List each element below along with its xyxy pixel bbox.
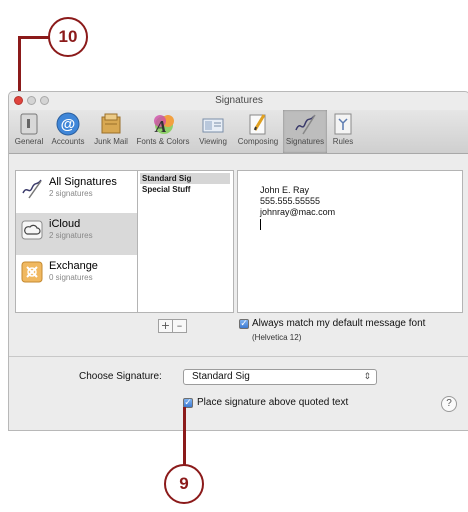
exchange-icon [21,261,43,283]
preferences-toolbar: General @ Accounts Junk Mail A Fonts & C… [9,110,468,154]
account-name: iCloud [49,218,81,230]
toolbar-accounts[interactable]: @ Accounts [47,110,89,153]
signatures-window: Signatures General @ Accounts Junk Mail … [8,91,468,431]
account-count: 2 signatures [49,189,93,198]
toolbar-signatures-label: Signatures [285,137,325,146]
signature-item-special-stuff[interactable]: Special Stuff [140,184,230,195]
toolbar-viewing-label: Viewing [199,137,227,146]
choose-signature-label: Choose Signature: [79,371,162,382]
callout-10: 10 [48,17,88,57]
signature-editor[interactable]: John E. Ray 555.555.55555 johnray@mac.co… [237,170,463,313]
divider [9,356,468,357]
toolbar-signatures[interactable]: Signatures [283,110,327,153]
signature-line: johnray@mac.com [260,207,336,217]
toolbar-fonts-colors-label: Fonts & Colors [136,137,190,146]
callout-9-label: 9 [179,474,189,493]
place-signature-above-label: Place signature above quoted text [197,397,349,408]
account-count: 2 signatures [49,231,93,240]
toolbar-fonts-colors[interactable]: A Fonts & Colors [133,110,193,153]
help-button[interactable]: ? [441,396,457,412]
toolbar-viewing[interactable]: Viewing [193,110,233,153]
toolbar-rules[interactable]: Rules [327,110,359,153]
account-name: All Signatures [49,176,117,188]
signatures-list[interactable]: Standard Sig Special Stuff [137,170,234,313]
signatures-icon [292,112,318,136]
account-all-signatures[interactable]: All Signatures 2 signatures [16,171,137,213]
rules-icon [330,112,356,136]
font-name-label: (Helvetica 12) [252,333,302,342]
accounts-list[interactable]: All Signatures 2 signatures iCloud 2 sig… [15,170,138,313]
callout-9: 9 [164,464,204,504]
signature-item-standard-sig[interactable]: Standard Sig [140,173,230,184]
account-name: Exchange [49,260,98,272]
choose-signature-select[interactable]: Standard Sig ⇕ [183,369,377,385]
updown-arrows-icon: ⇕ [363,372,371,382]
toolbar-general[interactable]: General [11,110,47,153]
always-match-font-checkbox[interactable]: ✓ [239,319,249,329]
toolbar-composing-label: Composing [237,137,279,146]
minimize-window-button[interactable] [27,96,36,105]
window-title: Signatures [215,95,263,106]
fonts-colors-icon: A [150,112,176,136]
account-count: 0 signatures [49,273,93,282]
callout-9-line [183,407,186,465]
toolbar-accounts-label: Accounts [51,137,85,146]
window-titlebar: Signatures [9,92,468,110]
choose-signature-value: Standard Sig [192,371,250,382]
accounts-icon: @ [55,112,81,136]
callout-10-label: 10 [58,27,78,46]
svg-text:@: @ [61,116,76,133]
callout-10-line-horizontal [18,36,49,39]
svg-text:A: A [154,117,166,136]
viewing-icon [200,112,226,136]
add-signature-button[interactable]: + [158,319,173,333]
junk-mail-icon [98,112,124,136]
toolbar-rules-label: Rules [332,137,354,146]
toolbar-composing[interactable]: Composing [233,110,283,153]
toolbar-junk-mail-label: Junk Mail [94,137,128,146]
text-cursor [260,219,261,230]
always-match-font-label: Always match my default message font [252,318,426,329]
all-signatures-icon [21,177,43,199]
account-icloud[interactable]: iCloud 2 signatures [16,213,137,255]
close-window-button[interactable] [14,96,23,105]
zoom-window-button[interactable] [40,96,49,105]
icloud-icon [21,219,43,241]
toolbar-junk-mail[interactable]: Junk Mail [89,110,133,153]
signature-line: 555.555.55555 [260,196,321,206]
general-icon [16,112,42,136]
remove-signature-button[interactable]: – [172,319,187,333]
composing-icon [245,112,271,136]
callout-10-line-vertical [18,36,21,98]
account-exchange[interactable]: Exchange 0 signatures [16,255,137,297]
toolbar-general-label: General [14,137,44,146]
signature-line: John E. Ray [260,185,310,195]
